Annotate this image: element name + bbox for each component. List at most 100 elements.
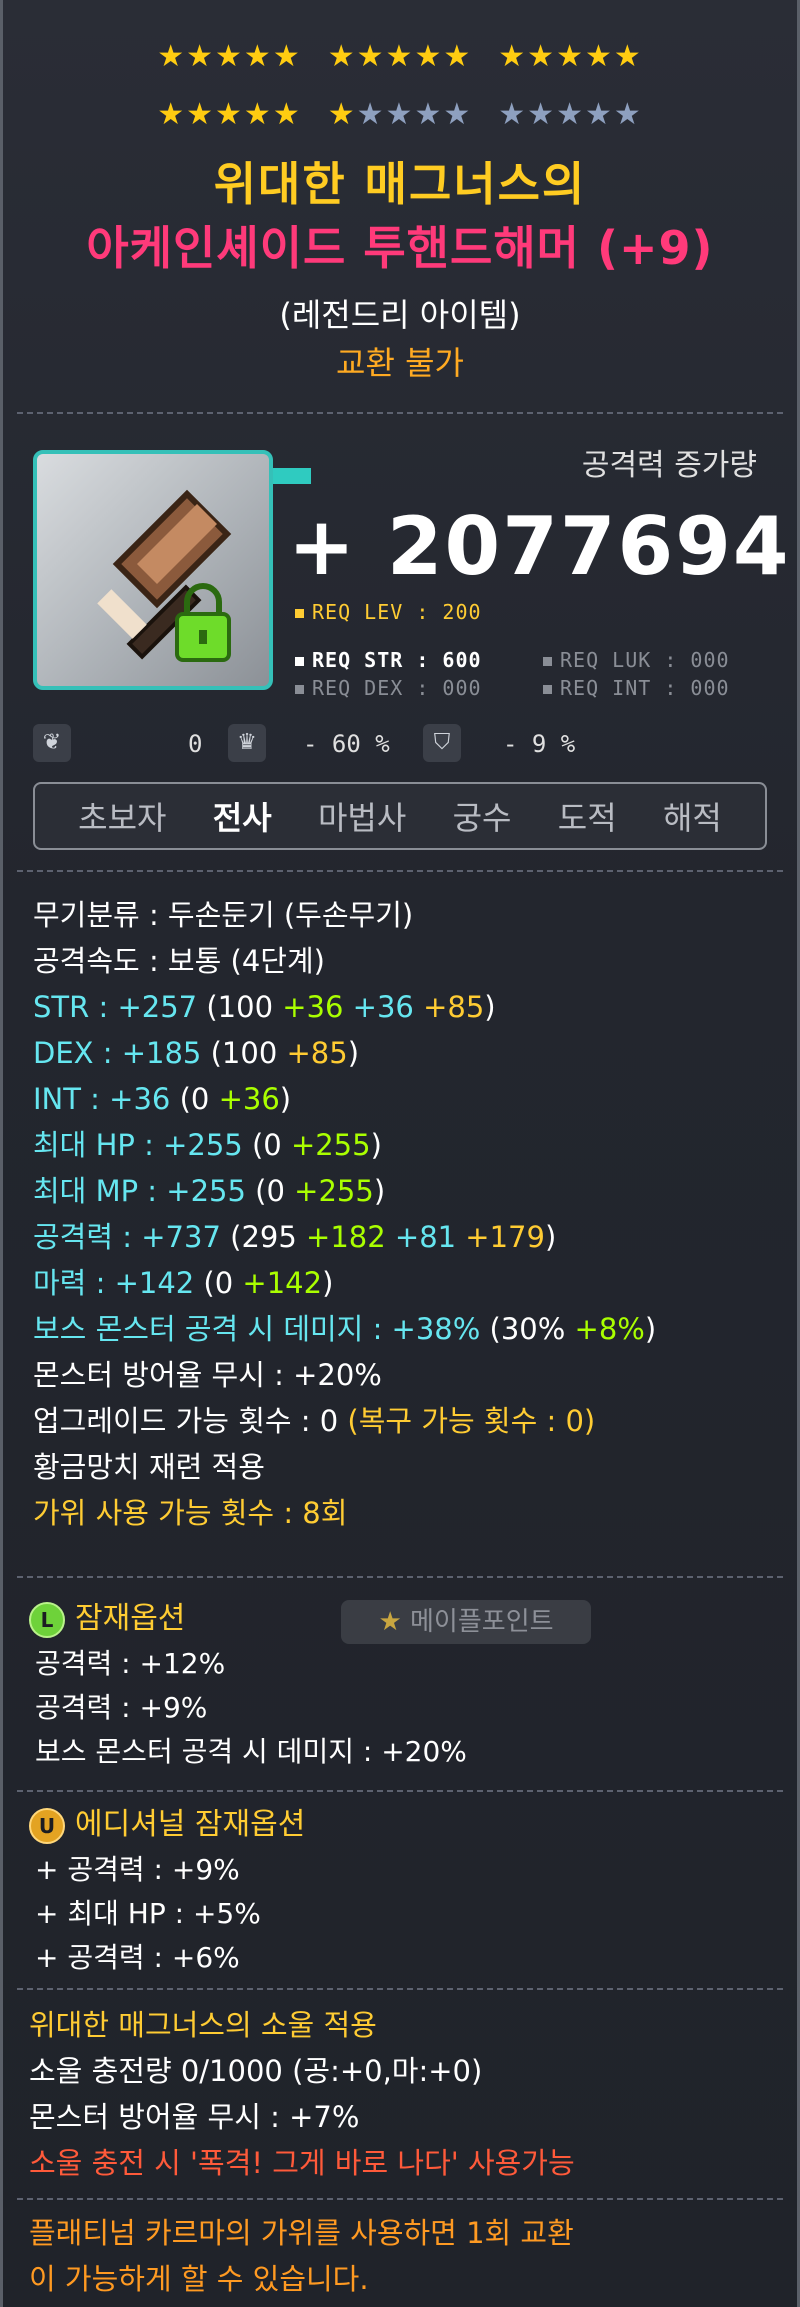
additional-potential-line: + 공격력 : +9% (35, 1853, 240, 1886)
star-empty-icon: ★ (584, 97, 614, 132)
star-filled-icon: ★ (272, 39, 302, 74)
upgrade-count: 업그레이드 가능 횟수 : 0 (복구 가능 횟수 : 0) (33, 1404, 596, 1438)
star-filled-icon: ★ (157, 97, 187, 132)
soul-ignore-def: 몬스터 방어율 무시 : +7% (29, 2100, 360, 2134)
stat-str: STR : +257 (100 +36 +36 +85) (33, 990, 496, 1024)
crown-icon: ♛ (228, 724, 266, 762)
req-int: REQ INT : 000 (543, 676, 730, 700)
divider (17, 1576, 783, 1578)
stat-dex: DEX : +185 (100 +85) (33, 1036, 360, 1070)
star-filled-icon: ★ (385, 39, 415, 74)
stat-hp: 최대 HP : +255 (0 +255) (33, 1128, 382, 1162)
soul-applied: 위대한 매그너스의 소울 적용 (29, 2008, 377, 2042)
star-force-row-2: ★★★★★ ★★★★★ ★★★★★ (3, 98, 797, 132)
divider (17, 1790, 783, 1792)
soul-charge: 소울 충전량 0/1000 (공:+0,마:+0) (29, 2054, 483, 2088)
star-empty-icon: ★ (527, 97, 557, 132)
star-empty-icon: ★ (385, 97, 415, 132)
stat-mp: 최대 MP : +255 (0 +255) (33, 1174, 386, 1208)
star-filled-icon: ★ (327, 97, 357, 132)
scissors-count: 가위 사용 가능 횟수 : 8회 (33, 1496, 348, 1530)
attack-increase-value: + 2077694 (288, 500, 791, 593)
star-empty-icon: ★ (556, 97, 585, 132)
stat-ignore-def: 몬스터 방어율 무시 : +20% (33, 1358, 382, 1392)
star-filled-icon: ★ (215, 97, 244, 132)
job-class-bar: 초보자 전사 마법사 궁수 도적 해적 (33, 782, 767, 850)
star-empty-icon: ★ (356, 97, 386, 132)
soul-skill: 소울 충전 시 '폭격! 그게 바로 나다' 사용가능 (29, 2146, 575, 2180)
req-luk: REQ LUK : 000 (543, 648, 730, 672)
divider (17, 2198, 783, 2200)
potential-line: 공격력 : +12% (35, 1647, 226, 1680)
legendary-potential-icon: L (29, 1601, 65, 1638)
teal-flag-marker (273, 468, 311, 484)
trade-status: 교환 불가 (336, 344, 464, 382)
req-dex: REQ DEX : 000 (295, 676, 482, 700)
shield-icon: ⛉ (423, 724, 461, 762)
star-filled-icon: ★ (243, 97, 273, 132)
star-filled-icon: ★ (186, 39, 216, 74)
star-filled-icon: ★ (215, 39, 244, 74)
small-stats-row: ❦ 0 ♛ - 60 % ⛉ - 9 % (33, 718, 767, 766)
star-filled-icon: ★ (498, 39, 528, 74)
stat-boss-damage: 보스 몬스터 공격 시 데미지 : +38% (30% +8%) (33, 1312, 657, 1346)
star-empty-icon: ★ (613, 97, 643, 132)
potential-line: 보스 몬스터 공격 시 데미지 : +20% (35, 1735, 467, 1768)
stat-int: INT : +36 (0 +36) (33, 1082, 292, 1116)
req-str: REQ STR : 600 (295, 648, 482, 672)
karma-line-1: 플래티넘 카르마의 가위를 사용하면 1회 교환 (29, 2216, 574, 2250)
karma-line-2: 이 가능하게 할 수 있습니다. (29, 2262, 369, 2296)
small-stat-first: 0 (188, 730, 203, 758)
divider (17, 870, 783, 872)
job-class-item: 전사 (212, 799, 272, 837)
star-filled-icon: ★ (327, 39, 357, 74)
job-class-item: 초보자 (78, 799, 167, 837)
two-handed-hammer-icon (97, 489, 232, 662)
growth-icon: ❦ (33, 724, 71, 762)
soul-section: 위대한 매그너스의 소울 적용 소울 충전량 0/1000 (공:+0,마:+0… (29, 2002, 779, 2186)
attack-speed: 공격속도 : 보통 (4단계) (33, 944, 325, 978)
karma-notice: 플래티넘 카르마의 가위를 사용하면 1회 교환 이 가능하게 할 수 있습니다… (29, 2210, 779, 2302)
star-filled-icon: ★ (356, 39, 386, 74)
divider (17, 412, 783, 414)
item-name: 아케인셰이드 투핸드해머 (+9) (86, 221, 714, 275)
star-force-row-1: ★★★★★ ★★★★★ ★★★★★ (3, 40, 797, 74)
attack-increase-label: 공격력 증가량 (581, 448, 757, 483)
stat-magic: 마력 : +142 (0 +142) (33, 1266, 334, 1300)
additional-potential-line: + 공격력 : +6% (35, 1941, 240, 1974)
job-class-item: 궁수 (452, 799, 512, 837)
additional-potential-section: U 에디셔널 잠재옵션 + 공격력 : +9% + 최대 HP : +5% + 공… (29, 1802, 779, 1980)
star-empty-icon: ★ (498, 97, 528, 132)
job-class-item: 해적 (662, 799, 722, 837)
small-stat-second: - 60 % (303, 730, 390, 758)
star-filled-icon: ★ (527, 39, 557, 74)
star-filled-icon: ★ (414, 39, 444, 74)
unique-additional-potential-icon: U (29, 1807, 65, 1844)
stat-list: 무기분류 : 두손둔기 (두손무기) 공격속도 : 보통 (4단계) STR :… (33, 892, 783, 1536)
star-empty-icon: ★ (443, 97, 473, 132)
star-filled-icon: ★ (584, 39, 614, 74)
additional-potential-line: + 최대 HP : +5% (35, 1897, 261, 1930)
req-level: REQ LEV : 200 (295, 600, 482, 624)
job-class-item: 마법사 (317, 799, 407, 837)
star-empty-icon: ★ (414, 97, 444, 132)
stat-attack: 공격력 : +737 (295 +182 +81 +179) (33, 1220, 557, 1254)
star-filled-icon: ★ (556, 39, 585, 74)
item-prefix: 위대한 매그너스의 (213, 157, 587, 211)
weapon-type: 무기분류 : 두손둔기 (두손무기) (33, 898, 414, 932)
golden-hammer: 황금망치 재련 적용 (33, 1450, 265, 1484)
job-class-item: 도적 (557, 799, 617, 837)
divider (17, 1988, 783, 1990)
star-filled-icon: ★ (613, 39, 643, 74)
star-icon: ★ (378, 1607, 402, 1637)
star-filled-icon: ★ (157, 39, 187, 74)
star-filled-icon: ★ (243, 39, 273, 74)
star-filled-icon: ★ (272, 97, 302, 132)
item-grade: (레전드리 아이템) (279, 296, 521, 334)
star-filled-icon: ★ (186, 97, 216, 132)
item-icon-frame[interactable] (33, 450, 273, 690)
maple-point-button[interactable]: ★ 메이플포인트 (341, 1600, 591, 1644)
star-filled-icon: ★ (443, 39, 473, 74)
potential-line: 공격력 : +9% (35, 1691, 208, 1724)
additional-potential-header: U 에디셔널 잠재옵션 (29, 1802, 779, 1848)
